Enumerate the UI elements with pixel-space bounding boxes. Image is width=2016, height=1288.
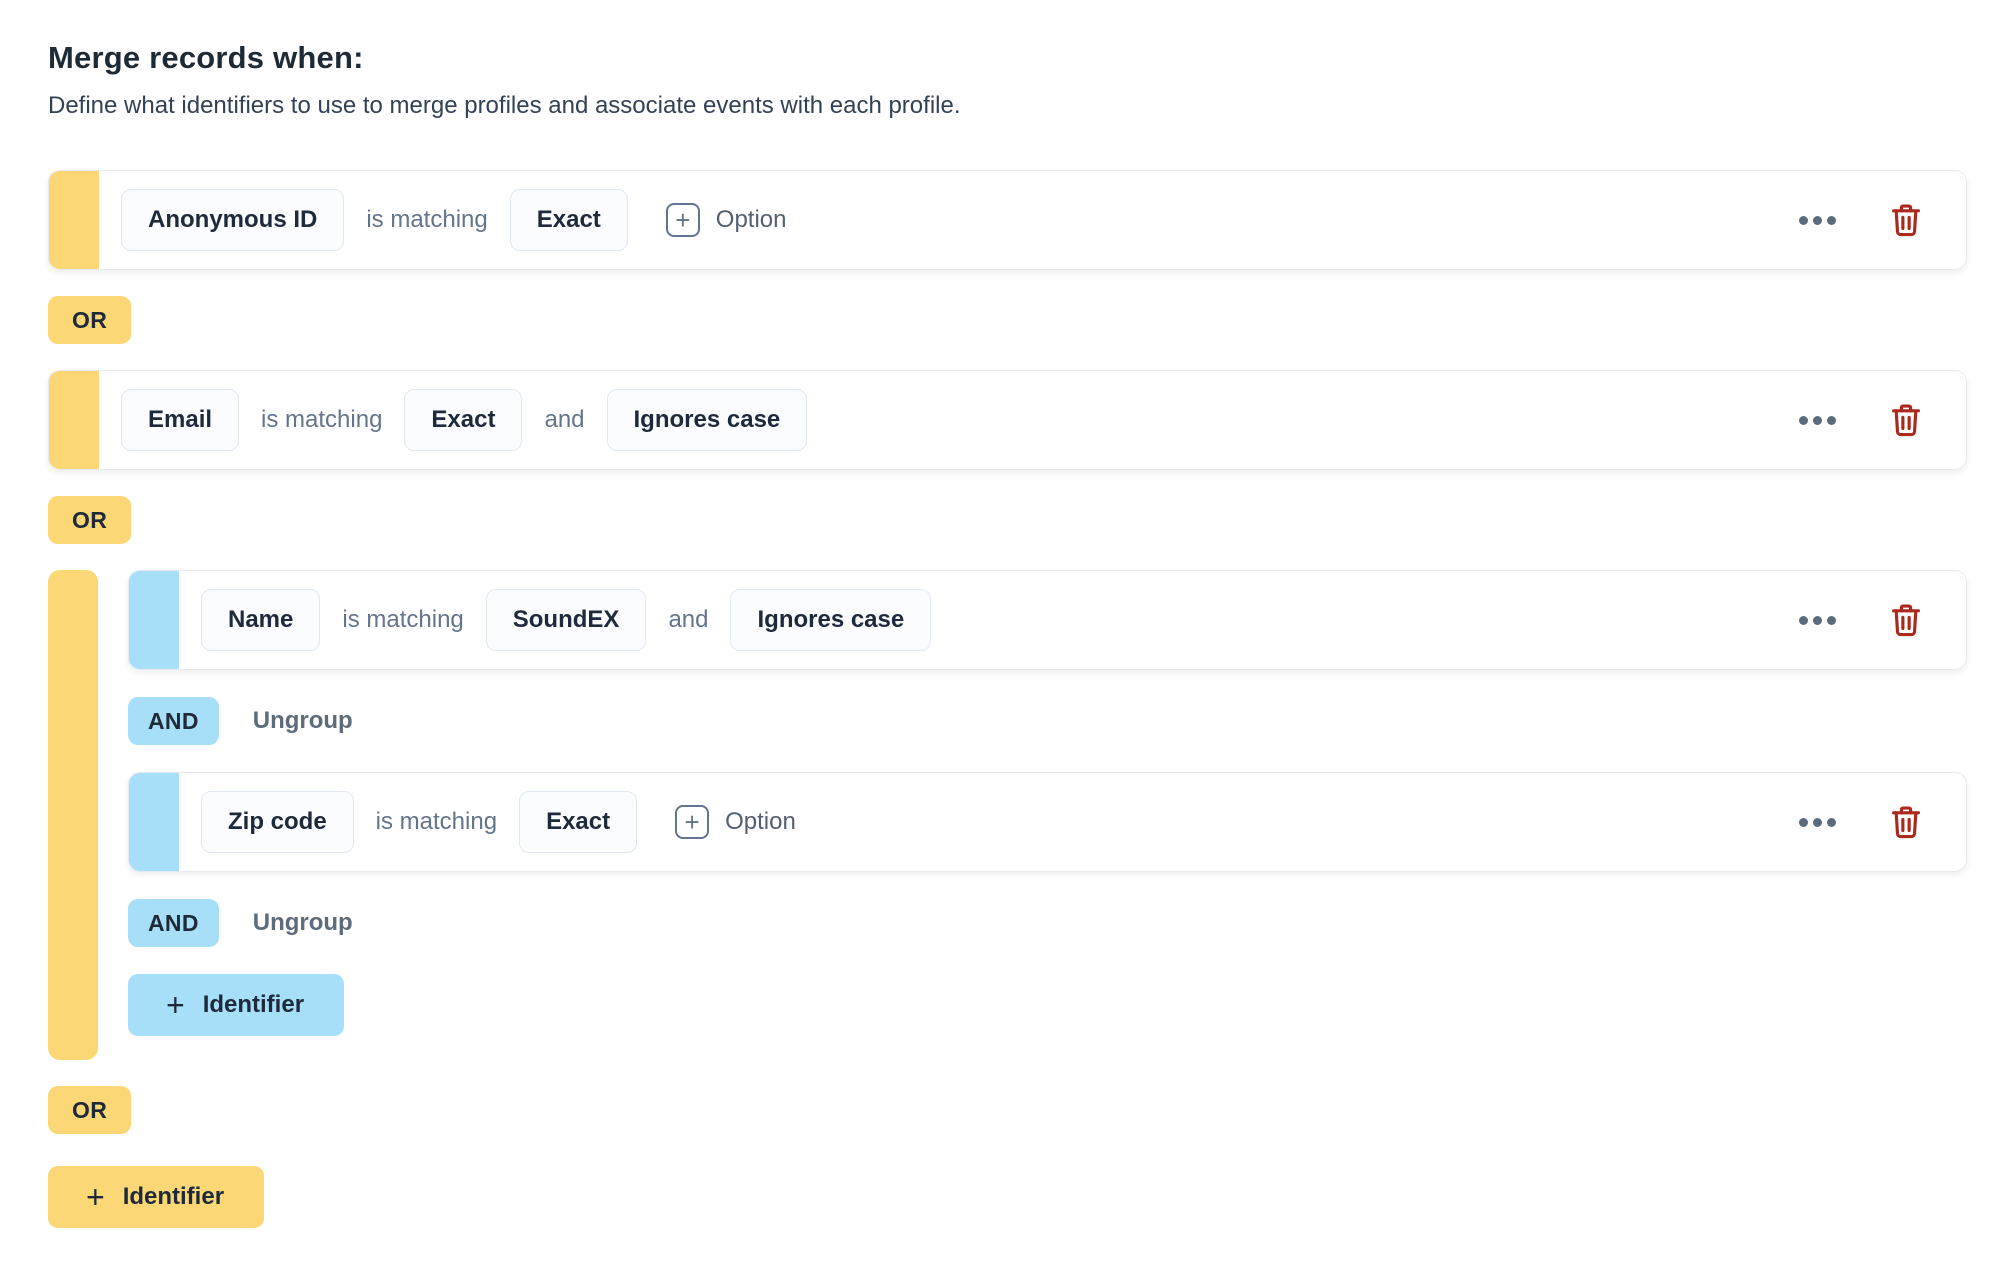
plus-icon: + [86,1181,105,1213]
delete-rule-button[interactable] [1890,805,1922,839]
and-connector: AND Ungroup [128,697,1967,745]
plus-square-icon: + [675,805,709,839]
delete-rule-button[interactable] [1890,603,1922,637]
modifier-button[interactable]: Ignores case [730,589,931,651]
and-connector: AND Ungroup [128,899,1967,947]
ellipsis-icon [1799,818,1836,827]
page-subtitle: Define what identifiers to use to merge … [48,92,1967,120]
rule-actions [1797,403,1966,437]
or-badge: OR [48,296,131,344]
ungroup-button[interactable]: Ungroup [253,707,353,735]
more-options-button[interactable] [1797,812,1838,833]
more-options-button[interactable] [1797,410,1838,431]
match-type-button[interactable]: Exact [404,389,522,451]
add-identifier-label: Identifier [123,1183,224,1211]
rule-content: Email is matching Exact and Ignores case [99,371,1966,469]
rule-content: Zip code is matching Exact + Option [179,773,1966,871]
and-group: Name is matching SoundEX and Ignores cas… [48,570,1967,1060]
ellipsis-icon [1799,216,1836,225]
page-title: Merge records when: [48,40,1967,76]
delete-rule-button[interactable] [1890,403,1922,437]
rule-actions [1797,603,1966,637]
more-options-button[interactable] [1797,610,1838,631]
rule-row-email: Email is matching Exact and Ignores case [48,370,1967,470]
identifier-button[interactable]: Anonymous ID [121,189,344,251]
trash-icon [1890,203,1922,237]
and-accent-bar [129,571,179,669]
match-type-button[interactable]: Exact [510,189,628,251]
trash-icon [1890,603,1922,637]
or-badge: OR [48,1086,131,1134]
add-identifier-button[interactable]: + Identifier [48,1166,264,1228]
rule-actions [1797,805,1966,839]
add-option-label: Option [725,808,796,836]
delete-rule-button[interactable] [1890,203,1922,237]
merge-rules-panel: Merge records when: Define what identifi… [0,0,2016,1228]
ungroup-button[interactable]: Ungroup [253,909,353,937]
identifier-button[interactable]: Zip code [201,791,354,853]
ellipsis-icon [1799,616,1836,625]
rule-row-anonymous-id: Anonymous ID is matching Exact + Option [48,170,1967,270]
rule-actions [1797,203,1966,237]
operator-label: is matching [261,406,382,434]
identifier-button[interactable]: Email [121,389,239,451]
modifier-button[interactable]: Ignores case [607,389,808,451]
rule-row-name: Name is matching SoundEX and Ignores cas… [128,570,1967,670]
operator-label: is matching [376,808,497,836]
match-type-button[interactable]: SoundEX [486,589,647,651]
or-accent-bar [49,171,99,269]
add-identifier-label: Identifier [203,991,304,1019]
trash-icon [1890,805,1922,839]
group-bottom-padding [128,1036,1967,1060]
add-identifier-row: + Identifier [48,1160,1967,1228]
add-option-label: Option [716,206,787,234]
identifier-button[interactable]: Name [201,589,320,651]
add-option-button[interactable]: + Option [666,203,787,237]
trash-icon [1890,403,1922,437]
and-badge: AND [128,899,219,947]
or-badge: OR [48,496,131,544]
add-option-button[interactable]: + Option [675,805,796,839]
conjunction-label: and [544,406,584,434]
plus-square-icon: + [666,203,700,237]
rule-content: Name is matching SoundEX and Ignores cas… [179,571,1966,669]
conjunction-label: and [668,606,708,634]
and-badge: AND [128,697,219,745]
more-options-button[interactable] [1797,210,1838,231]
operator-label: is matching [342,606,463,634]
match-type-button[interactable]: Exact [519,791,637,853]
rule-row-zip-code: Zip code is matching Exact + Option [128,772,1967,872]
rule-content: Anonymous ID is matching Exact + Option [99,171,1966,269]
group-accent-bar [48,570,98,1060]
and-accent-bar [129,773,179,871]
ellipsis-icon [1799,416,1836,425]
plus-icon: + [166,989,185,1021]
add-identifier-in-group-button[interactable]: + Identifier [128,974,344,1036]
operator-label: is matching [366,206,487,234]
or-accent-bar [49,371,99,469]
